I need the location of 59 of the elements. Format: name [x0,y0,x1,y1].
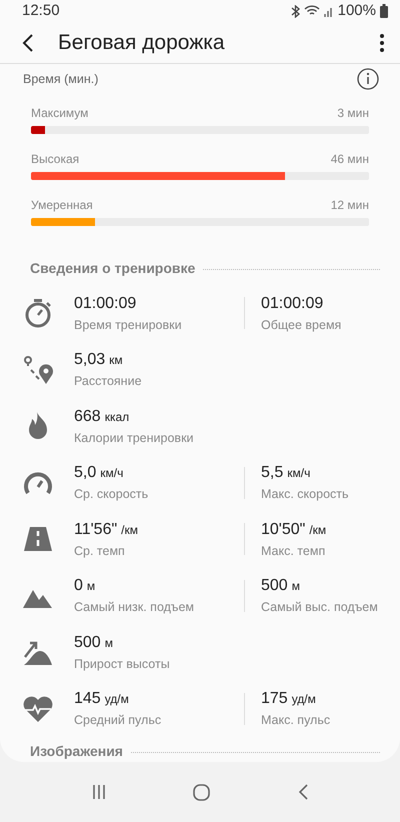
stat-unit: м [292,578,300,596]
zone-label: Умеренная [31,197,93,214]
info-icon[interactable] [357,68,379,90]
stat-unit: м [86,578,96,596]
stat-unit: уд/м [292,691,316,708]
stat-unit: /км [309,522,326,539]
stat-unit: ккал [104,408,130,426]
stat-unit: м [104,634,113,652]
zone-duration: 3 мин [337,105,369,122]
stat-value: 11'56" [74,520,118,540]
battery-icon [380,4,388,18]
stat-label: Ср. темп [74,542,126,560]
stat-label: Время тренировки [74,316,183,334]
stat-value: 175 [261,689,288,710]
stat-label: Ср. скорость [74,486,150,504]
back-icon[interactable] [22,34,34,52]
stat-label: Макс. пульс [261,712,332,730]
stat-value: 500 [74,632,101,653]
stat-value: 10'50" [261,520,306,540]
stat-unit: км [109,352,123,370]
section-label: Время (мин.) [23,70,98,88]
bluetooth-icon [290,4,300,18]
stat-value: 145 [74,689,101,710]
battery-level: 100% [338,1,376,22]
page-title: Беговая дорожка [58,30,226,56]
zone-duration: 46 мин [330,151,369,168]
stat-value: 668 [74,406,101,427]
stat-value: 01:00:09 [261,294,324,314]
stat-value: 5,5 [261,463,284,484]
clock: 12:50 [22,1,60,22]
zone-label: Максимум [31,105,88,122]
zone-duration: 12 мин [330,197,369,214]
wifi-icon [304,5,320,18]
stat-unit: /км [121,522,138,539]
recent-apps-icon[interactable] [92,784,106,800]
stat-label: Макс. скорость [261,486,350,504]
section-heading: Сведения о тренировке [30,259,196,278]
stat-value: 500 [261,576,288,596]
stat-label: Макс. темп [261,542,326,560]
stat-label: Самый низк. подъем [74,599,196,616]
route-icon [22,354,54,386]
stat-label: Средний пульс [74,712,162,730]
signal-icon [324,5,334,18]
stat-unit: км/ч [287,465,310,482]
section-heading: Изображения [30,742,123,761]
stat-label: Расстояние [74,373,143,390]
stat-unit: км/ч [100,465,124,482]
more-options-icon[interactable] [380,34,384,52]
stat-value: 5,03 [74,350,106,370]
stat-value: 5,0 [74,463,96,484]
stat-value: 0 [74,576,83,596]
home-icon[interactable] [193,784,210,800]
stat-value: 01:00:09 [74,294,136,314]
stat-label: Прирост высоты [74,656,171,673]
stat-label: Калории тренировки [74,430,195,447]
stat-label: Общее время [261,316,342,334]
stat-label: Самый выс. подъем [261,599,379,616]
stat-unit: уд/м [104,691,129,708]
zone-label: Высокая [31,151,80,168]
